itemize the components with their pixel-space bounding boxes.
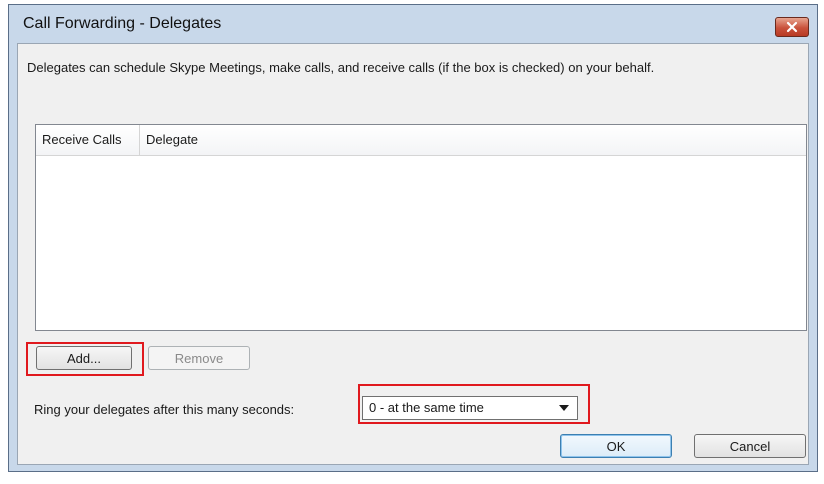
delegates-description: Delegates can schedule Skype Meetings, m… [27, 60, 655, 75]
add-button[interactable]: Add... [36, 346, 132, 370]
dialog-title: Call Forwarding - Delegates [23, 15, 222, 32]
close-button[interactable] [775, 17, 809, 37]
call-forwarding-delegates-dialog: Call Forwarding - Delegates Delegates ca… [8, 4, 818, 472]
column-header-delegate[interactable]: Delegate [140, 125, 540, 155]
ring-delay-select[interactable]: 0 - at the same time [362, 396, 578, 420]
ring-delay-value: 0 - at the same time [369, 400, 484, 415]
ring-delay-label: Ring your delegates after this many seco… [34, 402, 295, 417]
dialog-content: Delegates can schedule Skype Meetings, m… [17, 43, 809, 465]
title-bar: Call Forwarding - Delegates [9, 5, 817, 43]
remove-button[interactable]: Remove [148, 346, 250, 370]
delegates-list-header: Receive Calls Delegate [36, 125, 806, 156]
cancel-button[interactable]: Cancel [694, 434, 806, 458]
close-icon [786, 21, 798, 33]
delegates-list[interactable]: Receive Calls Delegate [35, 124, 807, 331]
ok-button[interactable]: OK [560, 434, 672, 458]
column-header-receive-calls[interactable]: Receive Calls [36, 125, 140, 155]
chevron-down-icon [559, 405, 569, 411]
